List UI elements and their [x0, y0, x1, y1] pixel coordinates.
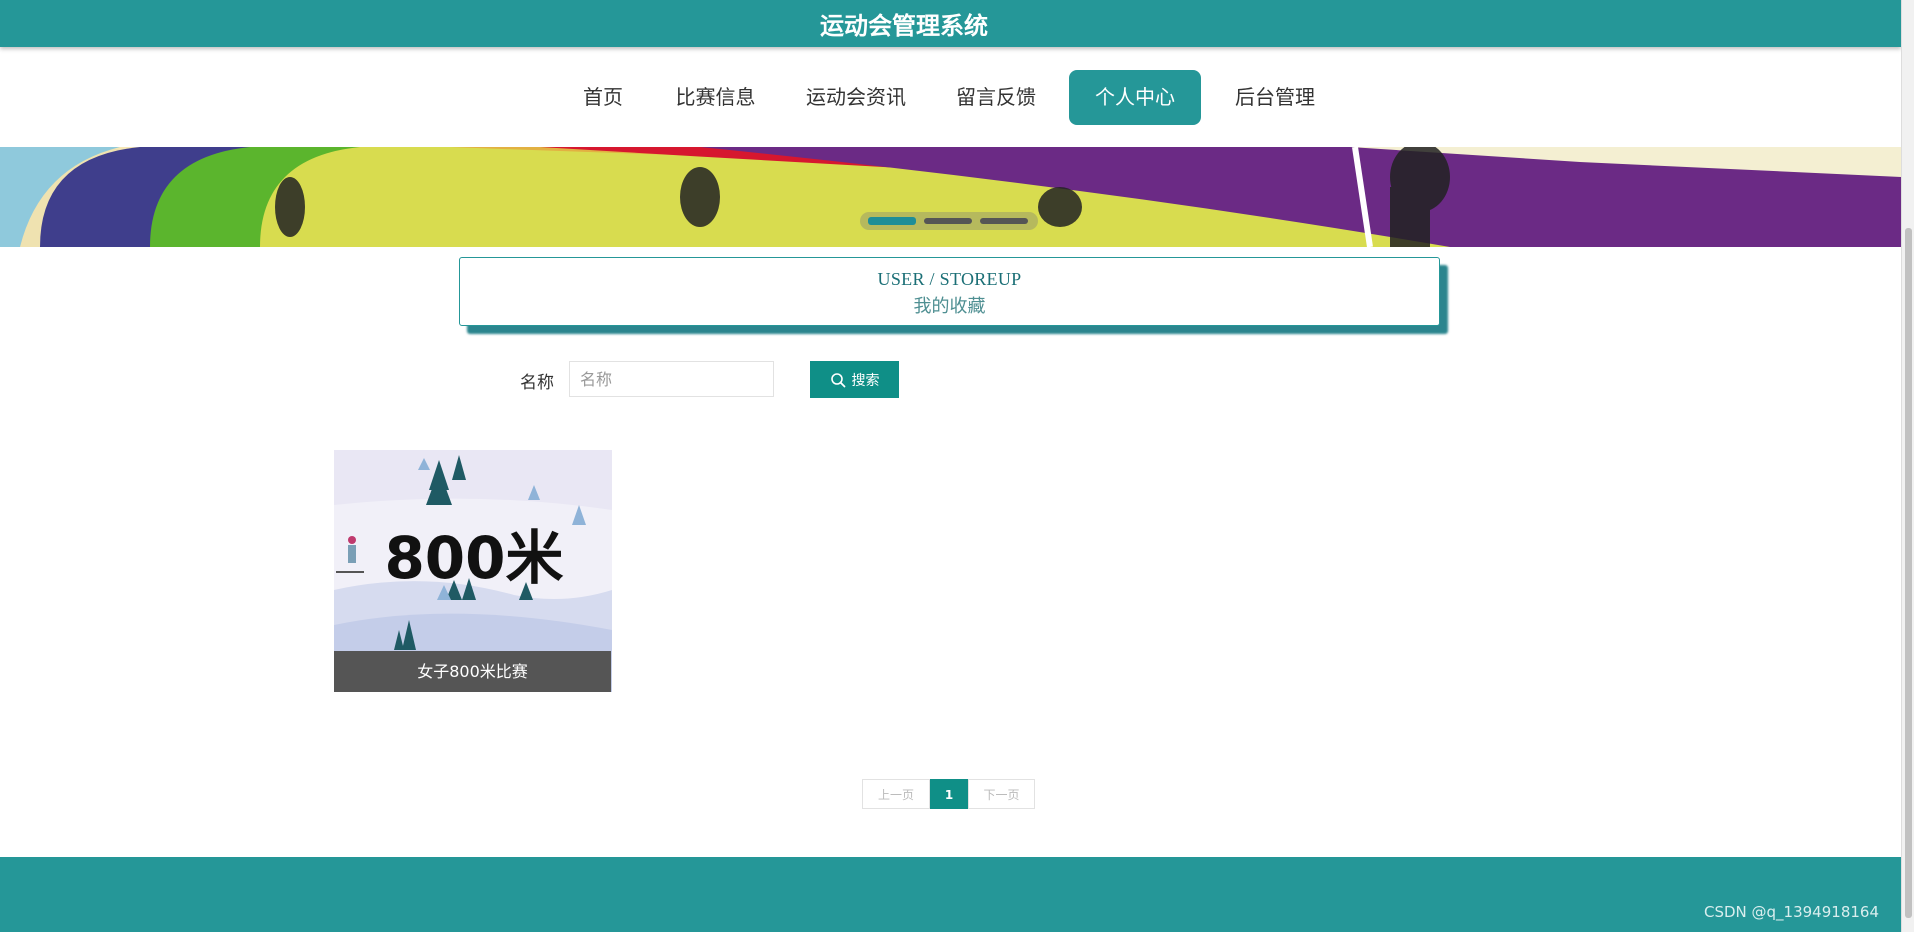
- pagination-page-1[interactable]: 1: [930, 779, 968, 809]
- scrollbar-thumb[interactable]: [1905, 228, 1912, 918]
- search-input[interactable]: [569, 361, 774, 397]
- nav-item-sports-news[interactable]: 运动会资讯: [796, 70, 916, 125]
- carousel-dot-1[interactable]: [868, 217, 916, 225]
- nav-item-competition-info[interactable]: 比赛信息: [668, 70, 763, 125]
- breadcrumb: USER / STOREUP 我的收藏: [459, 257, 1440, 326]
- breadcrumb-chinese: 我的收藏: [913, 296, 986, 316]
- nav-item-personal-center[interactable]: 个人中心: [1069, 70, 1201, 125]
- card-image-text: 800米: [384, 524, 563, 592]
- app-title: 运动会管理系统: [820, 12, 988, 40]
- watermark-text: CSDN @q_1394918164: [1704, 903, 1879, 921]
- carousel-dot-3[interactable]: [980, 218, 1028, 224]
- banner-carousel: [0, 147, 1901, 247]
- nav-item-home[interactable]: 首页: [568, 70, 638, 125]
- page-footer: [0, 857, 1901, 932]
- page-scrollbar[interactable]: [1901, 0, 1914, 932]
- carousel-indicators: [860, 212, 1038, 230]
- banner-running-track-image: [0, 147, 1901, 247]
- pagination-next-button[interactable]: 下一页: [968, 779, 1035, 809]
- search-icon: [830, 372, 845, 387]
- carousel-dot-2[interactable]: [924, 218, 972, 224]
- card-title: 女子800米比赛: [334, 651, 611, 692]
- nav-item-feedback[interactable]: 留言反馈: [946, 70, 1046, 125]
- breadcrumb-english: USER / STOREUP: [877, 269, 1022, 289]
- search-button-label: 搜索: [851, 372, 880, 389]
- nav-item-admin[interactable]: 后台管理: [1225, 70, 1325, 125]
- pagination-prev-button[interactable]: 上一页: [862, 779, 930, 809]
- search-label: 名称: [520, 373, 554, 393]
- main-nav: 首页 比赛信息 运动会资讯 留言反馈 个人中心 后台管理: [0, 70, 1901, 125]
- favorite-card[interactable]: 800米 女子800米比赛: [334, 450, 612, 692]
- search-button[interactable]: 搜索: [810, 361, 899, 398]
- top-header: 运动会管理系统: [0, 0, 1901, 47]
